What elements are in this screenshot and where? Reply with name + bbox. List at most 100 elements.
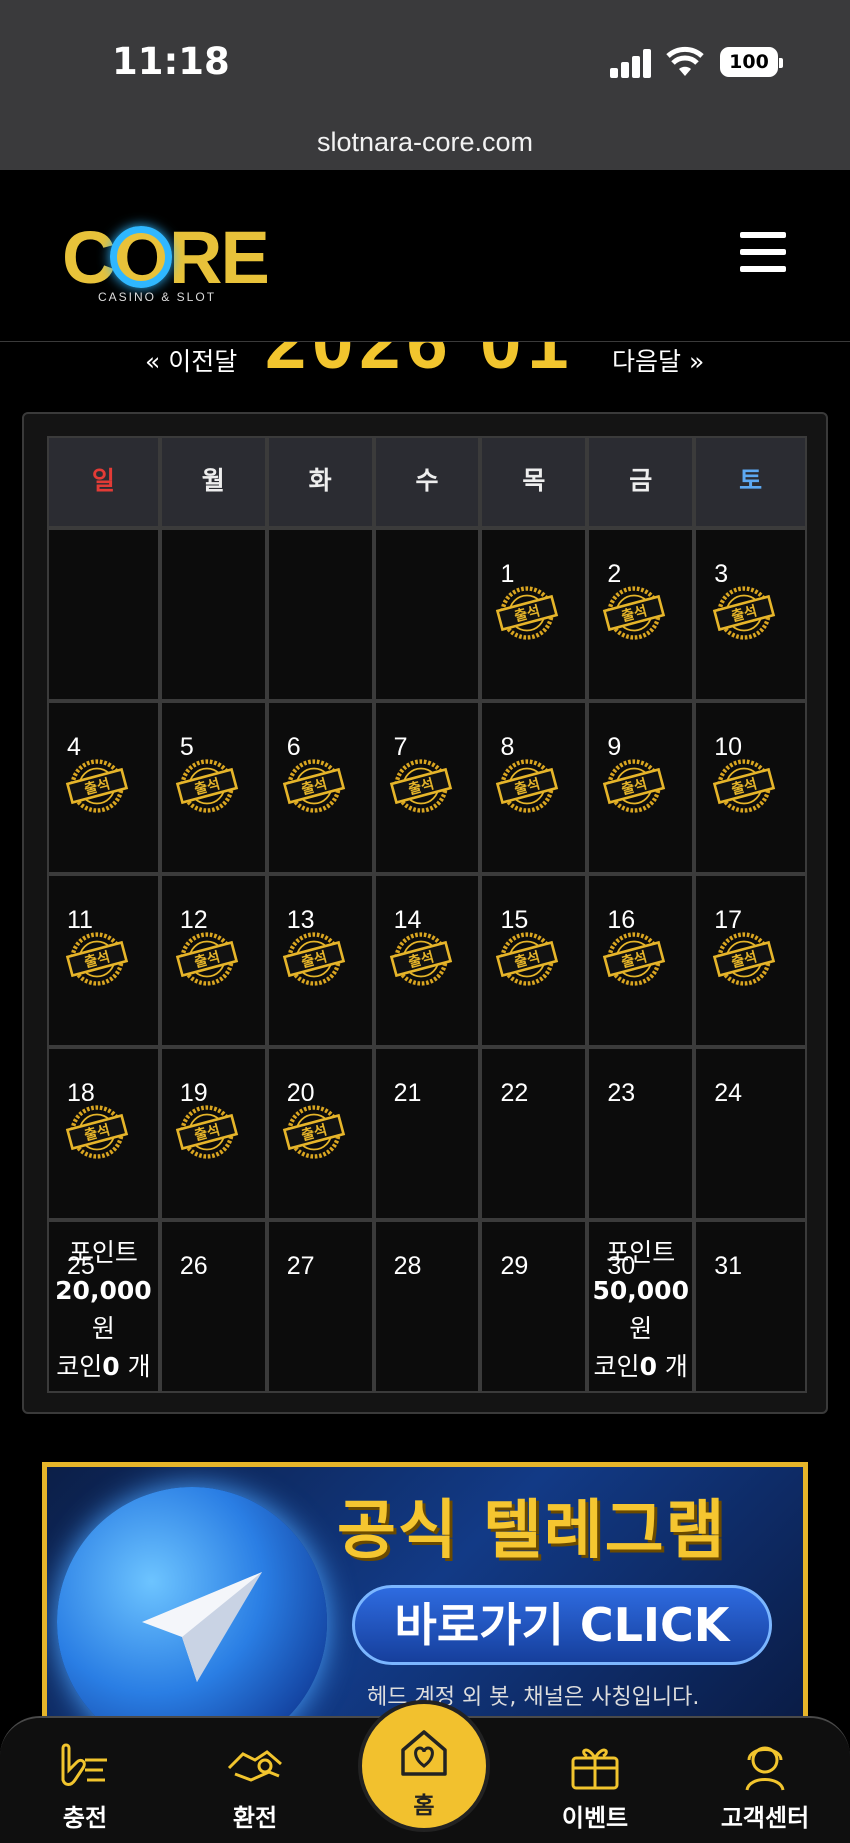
point-label: 포인트 [68,1238,138,1267]
calendar-day-cell[interactable]: 11 출석 [47,874,160,1047]
day-number: 27 [286,1252,315,1280]
gift-icon [571,1748,619,1790]
weekday-header: 금 [587,436,695,528]
calendar-day-cell[interactable]: 30 포인트 50,000 원 코인0 개 [587,1220,695,1393]
coin-label: 코인 [56,1352,103,1381]
calendar-day-cell[interactable]: 15 출석 [480,874,588,1047]
point-unit: 원 [91,1314,115,1343]
coin-unit: 개 [664,1352,688,1381]
attendance-stamp-icon: 출석 [65,759,129,813]
calendar-day-cell[interactable]: 8 출석 [480,701,588,874]
calendar-day-cell[interactable]: 31 [694,1220,807,1393]
day-number: 24 [714,1079,742,1107]
battery-icon: 100 [720,47,783,77]
calendar-day-cell[interactable]: 19 출석 [159,1047,267,1220]
attendance-calendar: 일월화수목금토 1 출석 2 출석 3 출석 4 출석 5 출석 6 출석 7 출석 8 출석 9 출석 10 출석 1… [22,412,828,1414]
calendar-day-cell[interactable]: 7 출석 [373,701,481,874]
calendar-day-cell[interactable]: 2 출석 [587,528,695,701]
attendance-stamp-icon: 출석 [713,586,776,640]
attendance-stamp-icon: 출석 [603,759,666,813]
calendar-day-cell[interactable]: 12 출석 [159,874,267,1047]
weekday-header: 화 [266,436,374,528]
calendar-empty-cell [159,528,267,701]
attendance-stamp-icon: 출석 [496,759,559,813]
calendar-day-cell[interactable]: 23 [587,1047,695,1220]
month-title: 2026 01 [265,342,575,382]
weekday-header: 목 [480,436,588,528]
calendar-day-cell[interactable]: 26 [159,1220,267,1393]
nav-deposit[interactable]: 충전 [20,1740,150,1833]
attendance-stamp-icon: 출석 [603,932,666,986]
coin-count: 0 [102,1352,120,1381]
clock: 11:18 [112,40,230,83]
next-month-link[interactable]: 다음달 » [612,342,704,378]
calendar-day-cell[interactable]: 29 [480,1220,588,1393]
prev-month-link[interactable]: « 이전달 [145,342,237,378]
day-number: 29 [500,1252,529,1280]
calendar-day-cell[interactable]: 16 출석 [587,874,695,1047]
weekday-header-row: 일월화수목금토 [47,436,807,528]
site-header: CORE CASINO & SLOT [0,170,850,342]
deposit-icon [61,1743,107,1786]
telegram-banner[interactable]: 공식 텔레그램 바로가기 CLICK 헤드 계정 외 봇, 채널은 사칭입니다. [42,1462,808,1722]
calendar-day-cell[interactable]: 14 출석 [373,874,481,1047]
day-number: 21 [393,1079,422,1107]
battery-level: 100 [729,51,769,73]
nav-event[interactable]: 이벤트 [530,1740,660,1833]
month-navigation: « 이전달 2026 01 다음달 » [0,342,850,382]
calendar-empty-cell [266,528,374,701]
calendar-day-cell[interactable]: 17 출석 [694,874,807,1047]
calendar-week-row: 11 출석 12 출석 13 출석 14 출석 15 출석 16 출석 17 출석 [47,874,807,1047]
telegram-logo-icon [57,1487,327,1717]
logo[interactable]: CORE CASINO & SLOT [62,220,270,310]
calendar-day-cell[interactable]: 10 출석 [694,701,807,874]
url-bar[interactable]: slotnara-core.com [0,118,850,170]
calendar-day-cell[interactable]: 3 출석 [694,528,807,701]
url-text: slotnara-core.com [316,127,534,157]
day-number: 31 [714,1252,742,1280]
bottom-navigation: 충전 환전 홈 이벤트 고객센터 [0,1700,850,1843]
wifi-icon [666,46,704,76]
point-amount: 50,000 [592,1276,689,1305]
calendar-day-cell[interactable]: 20 출석 [266,1047,374,1220]
banner-click-button[interactable]: 바로가기 CLICK [352,1585,772,1665]
calendar-day-cell[interactable]: 9 출석 [587,701,695,874]
nav-support[interactable]: 고객센터 [700,1740,830,1833]
day-number: 28 [393,1252,422,1280]
calendar-day-cell[interactable]: 4 출석 [47,701,160,874]
attendance-stamp-icon: 출석 [175,1105,238,1159]
attendance-stamp-icon: 출석 [389,932,452,986]
calendar-day-cell[interactable]: 13 출석 [266,874,374,1047]
attendance-stamp-icon: 출석 [713,932,776,986]
calendar-empty-cell [47,528,160,701]
status-bar: 11:18 100 [0,0,850,118]
signal-icon [610,48,654,78]
calendar-day-cell[interactable]: 6 출석 [266,701,374,874]
calendar-week-row: 4 출석 5 출석 6 출석 7 출석 8 출석 9 출석 10 출석 [47,701,807,874]
calendar-day-cell[interactable]: 28 [373,1220,481,1393]
coin-label: 코인 [593,1352,640,1381]
calendar-week-row: 18 출석 19 출석 20 출석 21 22 23 24 [47,1047,807,1220]
calendar-day-cell[interactable]: 27 [266,1220,374,1393]
day-number: 23 [607,1079,636,1107]
calendar-grid: 일월화수목금토 1 출석 2 출석 3 출석 4 출석 5 출석 6 출석 7 출석 8 출석 9 출석 10 출석 1… [47,436,807,1393]
attendance-stamp-icon: 출석 [65,1105,129,1159]
calendar-day-cell[interactable]: 21 [373,1047,481,1220]
attendance-stamp-icon: 출석 [389,759,452,813]
calendar-day-cell[interactable]: 24 [694,1047,807,1220]
paper-plane-icon [142,1572,262,1682]
logo-ring-icon [110,226,172,288]
point-reward: 포인트 50,000 원 코인0 개 [589,1234,692,1386]
calendar-day-cell[interactable]: 18 출석 [47,1047,160,1220]
calendar-week-row: 1 출석 2 출석 3 출석 [47,528,807,701]
calendar-day-cell[interactable]: 1 출석 [480,528,588,701]
attendance-stamp-icon: 출석 [65,932,129,986]
menu-icon[interactable] [740,232,786,272]
withdraw-icon [227,1750,282,1782]
nav-home[interactable]: 홈 [358,1700,490,1832]
calendar-day-cell[interactable]: 5 출석 [159,701,267,874]
calendar-day-cell[interactable]: 25 포인트 20,000 원 코인0 개 [47,1220,160,1393]
calendar-day-cell[interactable]: 22 [480,1047,588,1220]
nav-withdraw[interactable]: 환전 [190,1740,320,1833]
calendar-week-row: 25 포인트 20,000 원 코인0 개 26 27 28 29 30 포인트 50,000 원 코인0… [47,1220,807,1393]
